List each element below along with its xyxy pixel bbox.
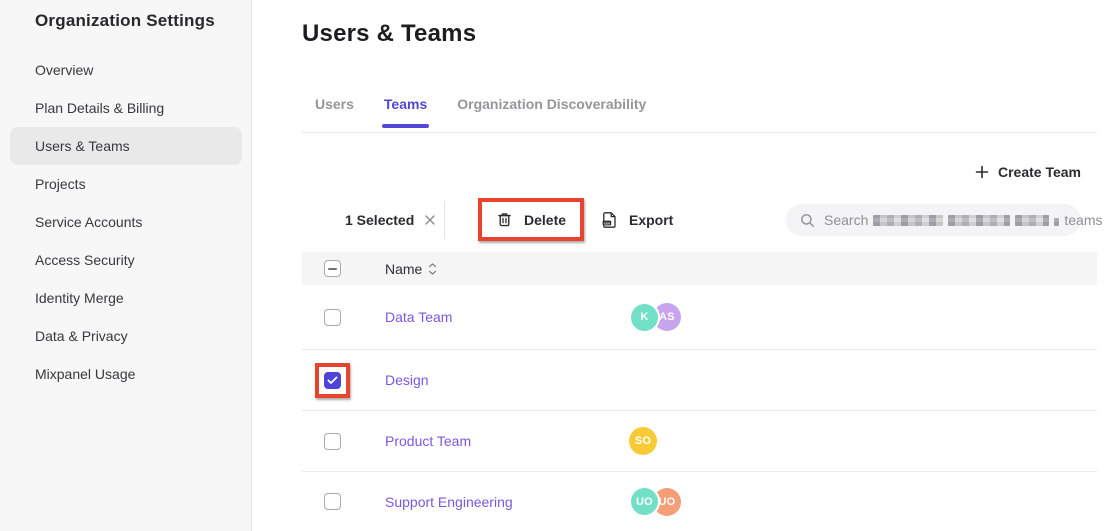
row-checkbox-design[interactable] — [324, 372, 341, 389]
sidebar-item-data-privacy[interactable]: Data & Privacy — [10, 317, 242, 355]
search-input[interactable]: Search teams — [786, 204, 1081, 236]
name-column-header[interactable]: Name — [385, 261, 437, 277]
team-link-design[interactable]: Design — [385, 372, 429, 388]
clear-selection-button[interactable] — [424, 214, 436, 226]
export-button[interactable]: csv Export — [601, 199, 673, 241]
tab-teams[interactable]: Teams — [384, 96, 427, 134]
trash-icon — [496, 211, 513, 228]
avatar: UO — [629, 486, 660, 517]
sidebar-item-identity-merge[interactable]: Identity Merge — [10, 279, 242, 317]
search-placeholder-redacted — [948, 215, 1010, 226]
search-placeholder-redacted — [873, 215, 943, 226]
sidebar-item-overview[interactable]: Overview — [10, 51, 242, 89]
page-title: Users & Teams — [302, 20, 476, 48]
create-team-button[interactable]: Create Team — [975, 164, 1081, 180]
team-link-data-team[interactable]: Data Team — [385, 309, 452, 325]
search-placeholder-redacted — [1015, 215, 1049, 226]
toolbar-divider — [444, 201, 445, 239]
row-checkbox-support-engineering[interactable] — [324, 493, 341, 510]
sidebar-item-plan-details-billing[interactable]: Plan Details & Billing — [10, 89, 242, 127]
sidebar-item-service-accounts[interactable]: Service Accounts — [10, 203, 242, 241]
table-row: Design — [302, 350, 1097, 411]
search-icon — [800, 213, 815, 228]
sidebar-item-projects[interactable]: Projects — [10, 165, 242, 203]
table-row: Product Team SO — [302, 411, 1097, 472]
tabs-divider — [302, 132, 1097, 133]
avatar: K — [629, 302, 660, 333]
table-row: Support Engineering UO UO — [302, 472, 1097, 531]
sidebar-item-users-teams[interactable]: Users & Teams — [10, 127, 242, 165]
sidebar-item-access-security[interactable]: Access Security — [10, 241, 242, 279]
team-link-product-team[interactable]: Product Team — [385, 433, 471, 449]
member-avatars: K AS — [629, 302, 681, 333]
delete-button[interactable]: Delete — [482, 202, 580, 237]
member-avatars: UO UO — [629, 486, 681, 517]
row-checkbox-product-team[interactable] — [324, 433, 341, 450]
svg-text:csv: csv — [604, 221, 611, 225]
settings-sidebar: Organization Settings Overview Plan Deta… — [0, 0, 252, 531]
delete-label: Delete — [524, 212, 566, 228]
selected-count-label: 1 Selected — [345, 212, 414, 228]
search-placeholder-redacted — [1054, 218, 1059, 226]
main-content: Users & Teams Users Teams Organization D… — [252, 0, 1108, 531]
tab-bar: Users Teams Organization Discoverability — [315, 96, 646, 134]
search-placeholder: Search teams — [824, 212, 1102, 228]
team-link-support-engineering[interactable]: Support Engineering — [385, 494, 513, 510]
table-header-row: Name — [302, 252, 1097, 285]
row-checkbox-data-team[interactable] — [324, 309, 341, 326]
tab-organization-discoverability[interactable]: Organization Discoverability — [457, 96, 646, 134]
selection-summary: 1 Selected — [345, 199, 436, 241]
tab-users[interactable]: Users — [315, 96, 354, 134]
organization-settings-page: Organization Settings Overview Plan Deta… — [0, 0, 1108, 531]
sidebar-item-mixpanel-usage[interactable]: Mixpanel Usage — [10, 355, 242, 393]
csv-file-icon: csv — [601, 211, 618, 229]
avatar: SO — [629, 427, 657, 455]
plus-icon — [975, 165, 989, 179]
sidebar-title: Organization Settings — [35, 11, 215, 31]
delete-button-highlight: Delete — [478, 198, 584, 241]
sidebar-nav: Overview Plan Details & Billing Users & … — [10, 51, 242, 393]
export-label: Export — [629, 212, 673, 228]
sort-icon — [428, 263, 437, 275]
member-avatars: SO — [629, 427, 657, 455]
table-row: Data Team K AS — [302, 285, 1097, 350]
create-team-label: Create Team — [998, 164, 1081, 180]
teams-table: Name Data Team K AS — [302, 252, 1097, 531]
select-all-checkbox[interactable] — [324, 260, 341, 277]
